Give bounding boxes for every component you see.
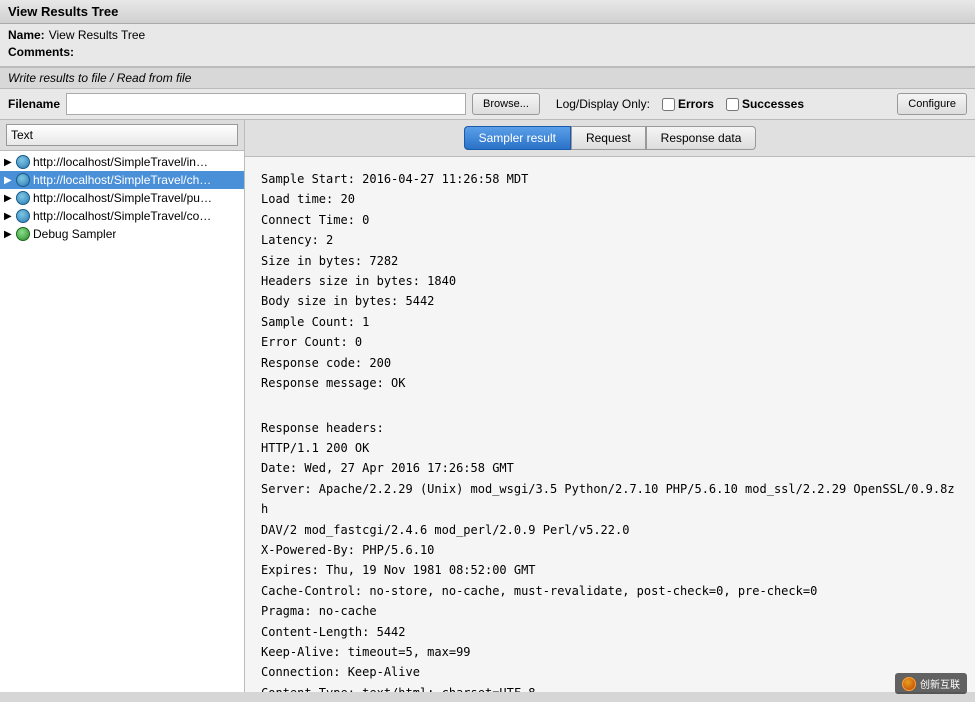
filename-row: Filename Browse... Log/Display Only: Err…	[0, 89, 975, 120]
title-bar: View Results Tree	[0, 0, 975, 24]
watermark: 创新互联	[895, 673, 967, 694]
result-line: Size in bytes: 7282	[261, 251, 959, 271]
tab-sampler-result[interactable]: Sampler result	[464, 126, 571, 150]
title-label: View Results Tree	[8, 4, 118, 19]
configure-button[interactable]: Configure	[897, 93, 967, 115]
watermark-text: 创新互联	[920, 676, 960, 691]
tree-item-label: Debug Sampler	[33, 227, 116, 241]
debug-icon	[16, 227, 30, 241]
errors-checkbox[interactable]	[662, 98, 675, 111]
successes-checkbox[interactable]	[726, 98, 739, 111]
tree-selector[interactable]: Text	[0, 120, 244, 151]
expand-arrow-icon: ▶	[4, 193, 16, 204]
tree-item[interactable]: ▶ http://localhost/SimpleTravel/pu…	[0, 189, 244, 207]
result-line: HTTP/1.1 200 OK	[261, 438, 959, 458]
result-line: Headers size in bytes: 1840	[261, 271, 959, 291]
result-line: Server: Apache/2.2.29 (Unix) mod_wsgi/3.…	[261, 479, 959, 520]
successes-checkbox-label[interactable]: Successes	[726, 97, 804, 111]
comments-label: Comments:	[8, 45, 74, 59]
tree-type-select[interactable]: Text	[6, 124, 238, 146]
globe-icon	[16, 173, 30, 187]
expand-arrow-icon: ▶	[4, 175, 16, 186]
result-line: Cache-Control: no-store, no-cache, must-…	[261, 581, 959, 601]
globe-icon	[16, 209, 30, 223]
main-content: Text ▶http://localhost/SimpleTravel/in…▶…	[0, 120, 975, 692]
result-line: Body size in bytes: 5442	[261, 291, 959, 311]
result-line: Response code: 200	[261, 353, 959, 373]
result-line: Expires: Thu, 19 Nov 1981 08:52:00 GMT	[261, 560, 959, 580]
result-line: Keep-Alive: timeout=5, max=99	[261, 642, 959, 662]
result-line: Content-Type: text/html; charset=UTF-8	[261, 683, 959, 692]
result-line: Content-Length: 5442	[261, 622, 959, 642]
result-line: Sample Start: 2016-04-27 11:26:58 MDT	[261, 169, 959, 189]
write-results-bar: Write results to file / Read from file	[0, 67, 975, 89]
browse-button[interactable]: Browse...	[472, 93, 540, 115]
expand-arrow-icon: ▶	[4, 211, 16, 222]
result-line: Date: Wed, 27 Apr 2016 17:26:58 GMT	[261, 458, 959, 478]
tree-item[interactable]: ▶ Debug Sampler	[0, 225, 244, 243]
result-line: Connect Time: 0	[261, 210, 959, 230]
globe-icon	[16, 191, 30, 205]
tree-item[interactable]: ▶ http://localhost/SimpleTravel/ch…	[0, 171, 244, 189]
result-line: Latency: 2	[261, 230, 959, 250]
result-line: Error Count: 0	[261, 332, 959, 352]
tree-items: ▶ http://localhost/SimpleTravel/in… ▶ http:…	[0, 151, 244, 692]
errors-label: Errors	[678, 97, 714, 111]
name-row: Name: View Results Tree	[8, 28, 967, 42]
tree-item-label: http://localhost/SimpleTravel/co…	[33, 209, 211, 223]
result-line: Sample Count: 1	[261, 312, 959, 332]
watermark-icon	[902, 677, 916, 691]
name-label: Name:	[8, 28, 45, 42]
result-content: Sample Start: 2016-04-27 11:26:58 MDTLoa…	[245, 157, 975, 692]
result-line: Response message: OK	[261, 373, 959, 393]
globe-icon	[16, 155, 30, 169]
tree-item[interactable]: ▶ http://localhost/SimpleTravel/co…	[0, 207, 244, 225]
tree-item[interactable]: ▶ http://localhost/SimpleTravel/in…	[0, 153, 244, 171]
tabs-bar: Sampler resultRequestResponse data	[245, 120, 975, 157]
meta-area: Name: View Results Tree Comments:	[0, 24, 975, 67]
result-line: Load time: 20	[261, 189, 959, 209]
successes-label: Successes	[742, 97, 804, 111]
expand-arrow-icon: ▶	[4, 229, 16, 240]
tree-item-label: http://localhost/SimpleTravel/ch…	[33, 173, 211, 187]
result-line	[261, 397, 959, 417]
tree-item-label: http://localhost/SimpleTravel/pu…	[33, 191, 212, 205]
filename-label: Filename	[8, 97, 60, 111]
result-line: X-Powered-By: PHP/5.6.10	[261, 540, 959, 560]
tab-request[interactable]: Request	[571, 126, 646, 150]
left-panel: Text ▶http://localhost/SimpleTravel/in…▶…	[0, 120, 245, 692]
tab-response-data[interactable]: Response data	[646, 126, 757, 150]
result-line: Response headers:	[261, 418, 959, 438]
tree-item-label: http://localhost/SimpleTravel/in…	[33, 155, 208, 169]
result-line: DAV/2 mod_fastcgi/2.4.6 mod_perl/2.0.9 P…	[261, 520, 959, 540]
right-panel: Sampler resultRequestResponse data Sampl…	[245, 120, 975, 692]
log-display-label: Log/Display Only:	[556, 97, 650, 111]
errors-checkbox-label[interactable]: Errors	[662, 97, 714, 111]
result-line: Pragma: no-cache	[261, 601, 959, 621]
write-results-text: Write results to file / Read from file	[8, 71, 191, 85]
result-line: Connection: Keep-Alive	[261, 662, 959, 682]
comments-row: Comments:	[8, 45, 967, 59]
filename-input[interactable]	[66, 93, 466, 115]
name-value: View Results Tree	[49, 28, 146, 42]
expand-arrow-icon: ▶	[4, 157, 16, 168]
